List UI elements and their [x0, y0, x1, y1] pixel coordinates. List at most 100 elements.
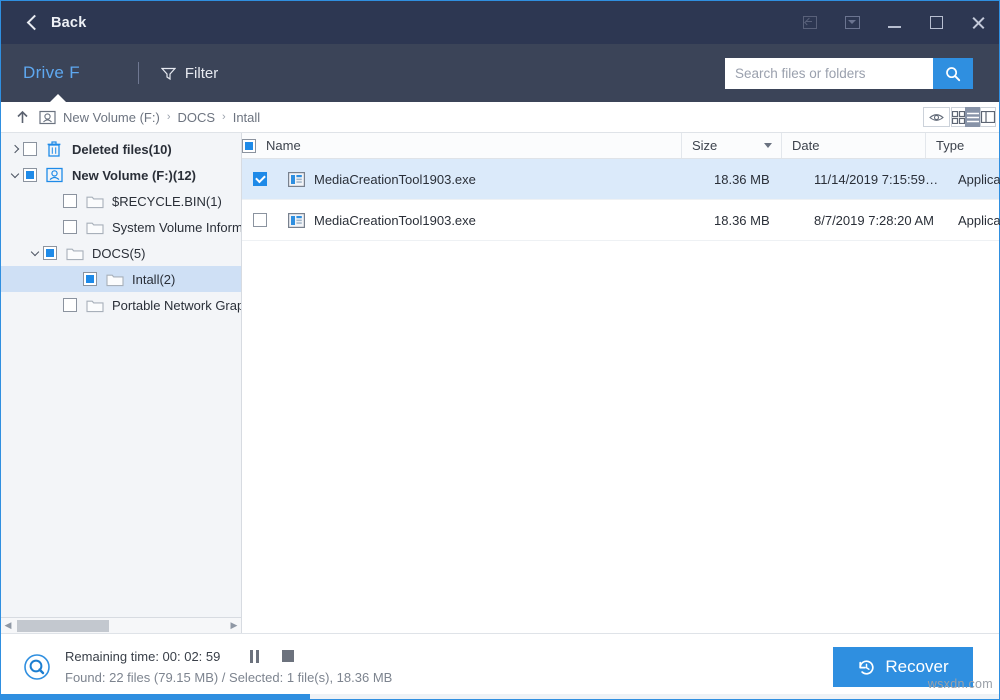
tree-checkbox-6[interactable]	[63, 298, 77, 312]
folder-tree-panel: Deleted files(10) New Volume (F:)(12) $REC…	[1, 133, 242, 633]
maximize-icon	[930, 16, 943, 29]
breadcrumb-item-0[interactable]: New Volume (F:)	[63, 110, 160, 125]
tree-item-4[interactable]: DOCS(5)	[1, 240, 241, 266]
file-row-checkbox-cell-0[interactable]	[242, 172, 278, 186]
exe-file-icon	[288, 172, 305, 187]
eye-icon	[929, 112, 944, 123]
file-list-header: NameSizeDateTypePath	[242, 133, 999, 159]
file-row-0[interactable]: MediaCreationTool1903.exe18.36 MB11/14/2…	[242, 159, 999, 200]
preview-toggle-button[interactable]	[923, 107, 950, 127]
file-size-1: 18.36 MB	[704, 213, 804, 228]
grid-view-icon	[952, 111, 965, 124]
tree-checkbox-1[interactable]	[23, 168, 37, 182]
file-row-checkbox-1[interactable]	[253, 213, 267, 227]
grid-view-button[interactable]	[951, 107, 966, 127]
file-row-1[interactable]: MediaCreationTool1903.exe18.36 MB8/7/201…	[242, 200, 999, 241]
layout-toggle-group	[960, 107, 987, 127]
file-type-1: Application	[948, 213, 1000, 228]
breadcrumb-item-1[interactable]: DOCS	[177, 110, 215, 125]
select-all-checkbox[interactable]	[242, 139, 256, 153]
chevron-down-icon	[11, 169, 19, 177]
column-header-name[interactable]: Name	[256, 133, 682, 158]
column-header-label: Date	[792, 138, 819, 153]
recover-button-label: Recover	[885, 657, 948, 677]
tree-twisty-4[interactable]	[27, 252, 43, 255]
column-header-label: Name	[266, 138, 301, 153]
watermark: wsxdn.com	[928, 677, 993, 691]
tree-item-3[interactable]: System Volume Informat	[1, 214, 241, 240]
tree-item-6[interactable]: Portable Network Graph	[1, 292, 241, 318]
search-button[interactable]	[933, 58, 973, 89]
drive-tab[interactable]: Drive F	[23, 63, 80, 83]
drive-icon[interactable]	[39, 110, 56, 125]
remaining-time-label: Remaining time: 00: 02: 59	[65, 649, 220, 664]
tree-checkbox-3[interactable]	[63, 220, 77, 234]
tree-checkbox-5[interactable]	[83, 272, 97, 286]
column-header-size[interactable]: Size	[682, 133, 782, 158]
drive-icon	[46, 167, 64, 183]
split-view-icon	[981, 111, 995, 123]
close-button[interactable]	[957, 1, 999, 44]
pause-button[interactable]	[250, 650, 259, 663]
file-row-checkbox-cell-1[interactable]	[242, 213, 278, 227]
tree-twisty-0[interactable]	[7, 146, 23, 152]
stop-button[interactable]	[282, 650, 294, 662]
file-size-0: 18.36 MB	[704, 172, 804, 187]
column-header-date[interactable]: Date	[782, 133, 926, 158]
list-view-button[interactable]	[965, 107, 981, 127]
sidebar-horizontal-scrollbar[interactable]: ◀ ▶	[1, 617, 241, 633]
select-all-cell[interactable]	[242, 133, 256, 158]
scroll-thumb[interactable]	[17, 620, 109, 632]
tree-item-2[interactable]: $RECYCLE.BIN(1)	[1, 188, 241, 214]
folder-icon	[106, 271, 124, 287]
scroll-track[interactable]	[15, 619, 227, 633]
file-date-0: 11/14/2019 7:15:59…	[804, 172, 948, 187]
tree-checkbox-4[interactable]	[43, 246, 57, 260]
scroll-left-arrow-icon[interactable]: ◀	[1, 620, 15, 631]
filter-button[interactable]: Filter	[161, 65, 218, 82]
tray-button[interactable]	[789, 1, 831, 44]
tree-item-label-3: System Volume Informat	[112, 220, 241, 235]
tree-item-label-5: Intall(2)	[132, 272, 175, 287]
tree-item-0[interactable]: Deleted files(10)	[1, 136, 241, 162]
status-line-remaining: Remaining time: 00: 02: 59	[65, 649, 392, 664]
application-window: Back Drive F	[0, 0, 1000, 700]
chevron-down-icon	[31, 247, 39, 255]
scroll-right-arrow-icon[interactable]: ▶	[227, 620, 241, 631]
title-bar: Back	[1, 1, 999, 44]
file-row-checkbox-0[interactable]	[253, 172, 267, 186]
shade-icon	[845, 16, 860, 29]
tree-item-label-1: New Volume (F:)(12)	[72, 168, 196, 183]
tree-item-label-0: Deleted files(10)	[72, 142, 172, 157]
tree-twisty-1[interactable]	[7, 174, 23, 177]
sort-descending-icon	[764, 143, 772, 148]
tray-icon	[803, 16, 817, 29]
back-button-label: Back	[51, 15, 86, 31]
folder-icon	[86, 297, 104, 313]
file-name-1: MediaCreationTool1903.exe	[314, 213, 476, 228]
exe-file-icon	[288, 213, 305, 228]
column-header-type[interactable]: Type	[926, 133, 1000, 158]
tree-item-5[interactable]: Intall(2)	[1, 266, 241, 292]
scan-progress-bar	[1, 694, 999, 699]
tree-item-label-2: $RECYCLE.BIN(1)	[112, 194, 222, 209]
maximize-button[interactable]	[915, 1, 957, 44]
breadcrumb-bar: New Volume (F:) › DOCS › Intall	[1, 102, 999, 133]
column-header-label: Size	[692, 138, 717, 153]
tree-item-1[interactable]: New Volume (F:)(12)	[1, 162, 241, 188]
split-view-button[interactable]	[980, 107, 996, 127]
close-icon	[971, 15, 986, 30]
up-arrow-icon[interactable]	[15, 110, 29, 124]
restore-clock-icon	[857, 658, 876, 677]
status-bar: Remaining time: 00: 02: 59 Found: 22 fil…	[1, 633, 999, 699]
back-button[interactable]: Back	[29, 15, 86, 31]
tree-checkbox-2[interactable]	[63, 194, 77, 208]
minimize-button[interactable]	[873, 1, 915, 44]
breadcrumb-item-2[interactable]: Intall	[233, 110, 260, 125]
tree-checkbox-0[interactable]	[23, 142, 37, 156]
shade-button[interactable]	[831, 1, 873, 44]
minimize-icon	[888, 26, 901, 28]
view-toggle-group	[923, 107, 987, 127]
search-input[interactable]	[725, 58, 933, 89]
folder-icon	[66, 245, 84, 261]
